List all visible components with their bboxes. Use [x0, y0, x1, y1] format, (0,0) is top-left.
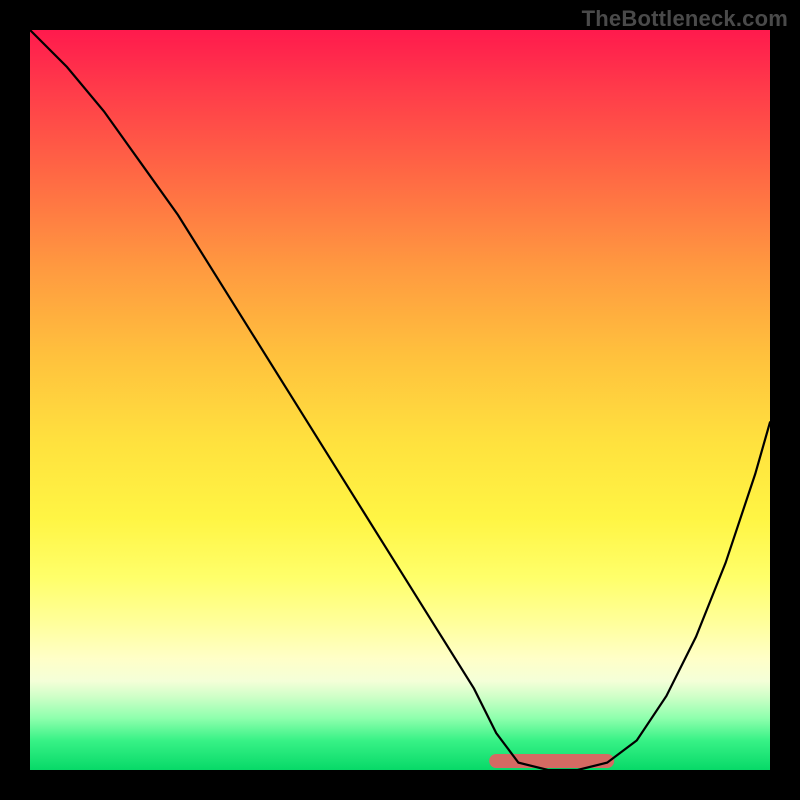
plot-area — [30, 30, 770, 770]
curve-layer — [30, 30, 770, 770]
bottleneck-curve-line — [30, 30, 770, 770]
chart-frame: TheBottleneck.com — [0, 0, 800, 800]
watermark-text: TheBottleneck.com — [582, 6, 788, 32]
